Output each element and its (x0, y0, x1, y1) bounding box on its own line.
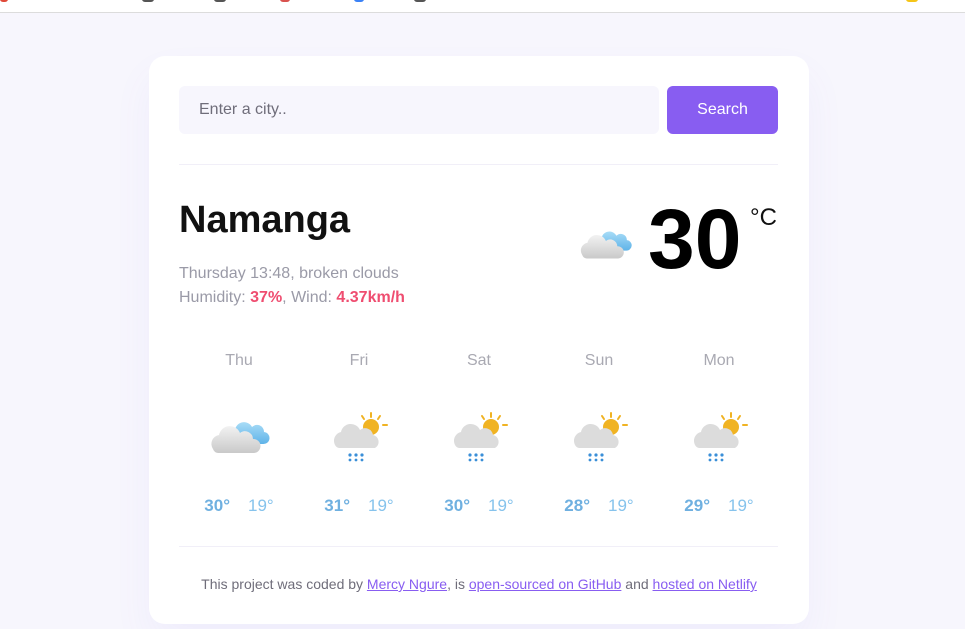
search-form: Search (179, 86, 778, 134)
humidity-label: Humidity: (179, 289, 246, 306)
forecast-day-label: Sat (466, 352, 491, 369)
forecast-temps: 30° 19° (419, 496, 539, 516)
github-link[interactable]: open-sourced on GitHub (469, 576, 622, 592)
browser-bookmark-icon (214, 0, 226, 2)
broken-clouds-icon (580, 231, 632, 259)
forecast-min: 19° (368, 496, 394, 515)
forecast-day: Sat 30° 19° (419, 352, 539, 516)
browser-bookmark-icon (142, 0, 154, 2)
forecast-day-label: Sun (584, 352, 614, 369)
weather-description: broken clouds (299, 265, 399, 282)
forecast-min: 19° (728, 496, 754, 515)
forecast-day: Fri 31° 19° (299, 352, 419, 516)
city-name: Namanga (179, 199, 351, 241)
forecast-max: 30° (204, 496, 230, 515)
author-link[interactable]: Mercy Ngure (367, 576, 447, 592)
forecast-min: 19° (488, 496, 514, 515)
forecast-day: Sun 28° 19° (539, 352, 659, 516)
browser-bookmark-icon (280, 0, 290, 2)
sun-rain-cloud-icon (453, 412, 508, 462)
divider (179, 546, 778, 547)
footer-middle: , is (447, 576, 465, 592)
footer-prefix: This project was coded by (201, 576, 364, 592)
forecast-day: Thu 30° 19° (179, 352, 299, 516)
forecast-temps: 30° 19° (179, 496, 299, 516)
forecast-max: 30° (444, 496, 470, 515)
forecast-max: 29° (684, 496, 710, 515)
humidity-wind-line: Humidity: 37%, Wind: 4.37km/h (179, 289, 405, 306)
forecast-min: 19° (608, 496, 634, 515)
search-button[interactable]: Search (667, 86, 778, 134)
divider (179, 164, 778, 165)
forecast-temps: 31° 19° (299, 496, 419, 516)
weather-details: Thursday 13:48, broken clouds Humidity: … (179, 262, 405, 310)
wind-label: Wind: (291, 289, 332, 306)
sun-rain-cloud-icon (693, 412, 748, 462)
footer: This project was coded by Mercy Ngure, i… (149, 576, 809, 592)
forecast-day-label: Fri (349, 352, 369, 369)
forecast-day-label: Thu (225, 352, 253, 369)
current-temperature: 30 (648, 192, 742, 286)
weather-card: Search Namanga Thursday 13:48, broken cl… (149, 56, 809, 624)
forecast-day-label: Mon (703, 352, 735, 369)
day-time: Thursday 13:48 (179, 265, 291, 282)
humidity-value: 37% (250, 289, 283, 306)
footer-and: and (625, 576, 649, 592)
broken-clouds-icon (211, 422, 270, 453)
forecast-min: 19° (248, 496, 274, 515)
browser-extension-icon (906, 0, 918, 2)
netlify-link[interactable]: hosted on Netlify (653, 576, 757, 592)
forecast-day: Mon 29° 19° (659, 352, 779, 516)
sun-rain-cloud-icon (333, 412, 388, 462)
forecast-max: 31° (324, 496, 350, 515)
temperature-unit: °C (750, 204, 777, 231)
city-search-input[interactable] (179, 86, 659, 134)
browser-tab-icon (0, 0, 8, 2)
sun-rain-cloud-icon (573, 412, 628, 462)
wind-value: 4.37km/h (336, 289, 405, 306)
forecast-max: 28° (564, 496, 590, 515)
browser-bookmark-icon (414, 0, 426, 2)
browser-toolbar-strip (0, 0, 965, 13)
date-description-line: Thursday 13:48, broken clouds (179, 265, 399, 282)
browser-bookmark-icon (354, 0, 364, 2)
forecast-temps: 29° 19° (659, 496, 779, 516)
forecast-temps: 28° 19° (539, 496, 659, 516)
